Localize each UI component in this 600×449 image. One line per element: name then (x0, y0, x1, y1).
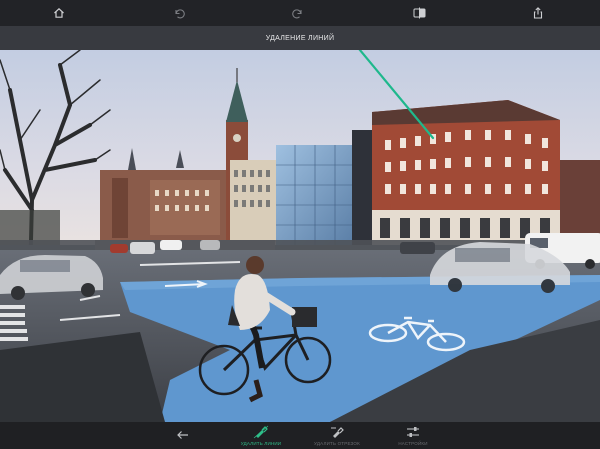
tool-title: УДАЛЕНИЕ ЛИНИЙ (0, 26, 600, 50)
beige-building (230, 160, 278, 242)
glass-building (276, 130, 374, 245)
tool-settings[interactable]: НАСТРОЙКИ (378, 425, 448, 449)
redo-icon[interactable] (289, 4, 307, 22)
tool-remove-segment[interactable]: УДАЛИТЬ ОТРЕЗОК (302, 425, 372, 449)
top-toolbar (0, 0, 600, 26)
brush-line-icon (253, 425, 269, 439)
tool-settings-label: НАСТРОЙКИ (398, 441, 428, 446)
sliders-icon (407, 427, 419, 437)
brush-segment-icon (331, 427, 344, 438)
tool-remove-segment-label: УДАЛИТЬ ОТРЕЗОК (314, 441, 360, 446)
undo-icon[interactable] (170, 4, 188, 22)
back-arrow-icon[interactable] (176, 428, 192, 442)
home-icon[interactable] (50, 4, 68, 22)
tool-remove-lines[interactable]: УДАЛИТЬ ЛИНИИ (226, 425, 296, 449)
compare-icon[interactable] (410, 4, 428, 22)
tool-remove-lines-label: УДАЛИТЬ ЛИНИИ (240, 441, 282, 446)
photo-canvas[interactable] (0, 50, 600, 422)
bottom-toolbar: УДАЛИТЬ ЛИНИИ УДАЛИТЬ ОТРЕЗОК НАСТРОЙКИ (0, 422, 600, 449)
share-icon[interactable] (529, 4, 547, 22)
